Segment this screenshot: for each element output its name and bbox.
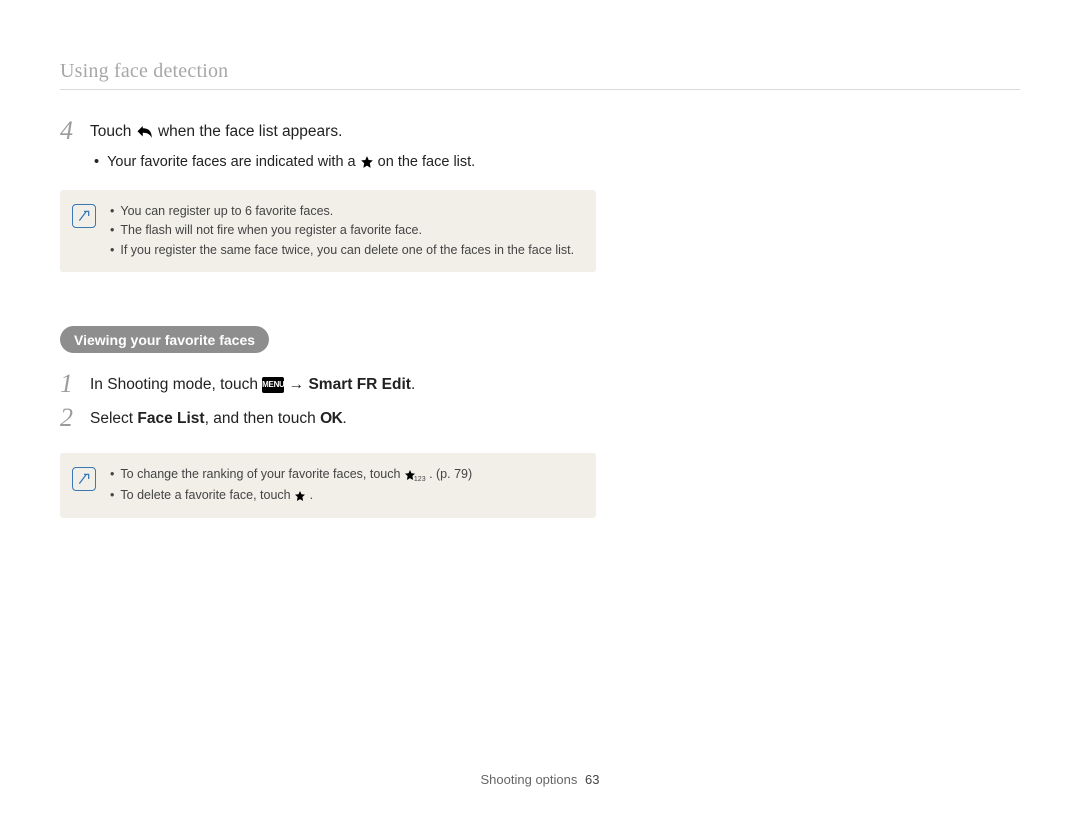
note-box: •You can register up to 6 favorite faces… bbox=[60, 190, 596, 272]
page-footer: Shooting options 63 bbox=[0, 772, 1080, 787]
step-number: 4 bbox=[60, 118, 90, 144]
step-1: 1 In Shooting mode, touch MENU → Smart F… bbox=[60, 371, 1020, 397]
step-2: 2 Select Face List, and then touch OK. bbox=[60, 405, 1020, 431]
note-item: •You can register up to 6 favorite faces… bbox=[110, 202, 574, 221]
subsection-heading: Viewing your favorite faces bbox=[60, 326, 269, 353]
step-text: Touch when the face list appears. bbox=[90, 118, 342, 143]
ok-icon: OK bbox=[320, 410, 342, 427]
step-4-bullet: • Your favorite faces are indicated with… bbox=[94, 152, 1020, 174]
text: when the face list appears. bbox=[158, 123, 342, 140]
star-rank-subscript: 123 bbox=[414, 476, 426, 483]
step-number: 2 bbox=[60, 405, 90, 431]
text: . (p. 79) bbox=[429, 467, 472, 481]
section-title: Using face detection bbox=[60, 60, 1020, 90]
bullet-dot: • bbox=[94, 152, 99, 174]
note-item: • To delete a favorite face, touch . bbox=[110, 486, 472, 505]
page-number: 63 bbox=[585, 772, 599, 787]
text: . bbox=[342, 410, 346, 427]
text: You can register up to 6 favorite faces. bbox=[120, 202, 333, 221]
step-4: 4 Touch when the face list appears. bbox=[60, 118, 1020, 144]
step-number: 1 bbox=[60, 371, 90, 397]
text: Select bbox=[90, 410, 137, 427]
text-bold: Face List bbox=[137, 410, 204, 427]
note-list: •You can register up to 6 favorite faces… bbox=[110, 202, 574, 260]
text: Touch bbox=[90, 123, 136, 140]
text: . bbox=[310, 488, 313, 502]
note-icon bbox=[72, 467, 96, 491]
text: on the face list. bbox=[378, 154, 476, 170]
text: , and then touch bbox=[205, 410, 320, 427]
note-item: • To change the ranking of your favorite… bbox=[110, 465, 472, 486]
text: To change the ranking of your favorite f… bbox=[120, 467, 404, 481]
text: The flash will not fire when you registe… bbox=[120, 221, 422, 240]
note-list: • To change the ranking of your favorite… bbox=[110, 465, 472, 506]
note-item: •The flash will not fire when you regist… bbox=[110, 221, 574, 240]
star-icon bbox=[360, 155, 374, 169]
menu-icon: MENU bbox=[262, 377, 284, 393]
text-bold: Smart FR Edit bbox=[308, 376, 410, 393]
note-item: •If you register the same face twice, yo… bbox=[110, 241, 574, 260]
star-delete-icon bbox=[294, 490, 306, 502]
step-text: In Shooting mode, touch MENU → Smart FR … bbox=[90, 371, 415, 396]
text: Your favorite faces are indicated with a bbox=[107, 154, 360, 170]
back-arrow-icon bbox=[136, 123, 154, 141]
text: . bbox=[411, 376, 415, 393]
arrow-text: → bbox=[289, 376, 309, 393]
footer-label: Shooting options bbox=[481, 772, 578, 787]
step-text: Select Face List, and then touch OK. bbox=[90, 405, 347, 430]
text: If you register the same face twice, you… bbox=[120, 241, 574, 260]
text: To delete a favorite face, touch bbox=[120, 488, 294, 502]
note-icon bbox=[72, 204, 96, 228]
note-box: • To change the ranking of your favorite… bbox=[60, 453, 596, 518]
text: In Shooting mode, touch bbox=[90, 376, 262, 393]
